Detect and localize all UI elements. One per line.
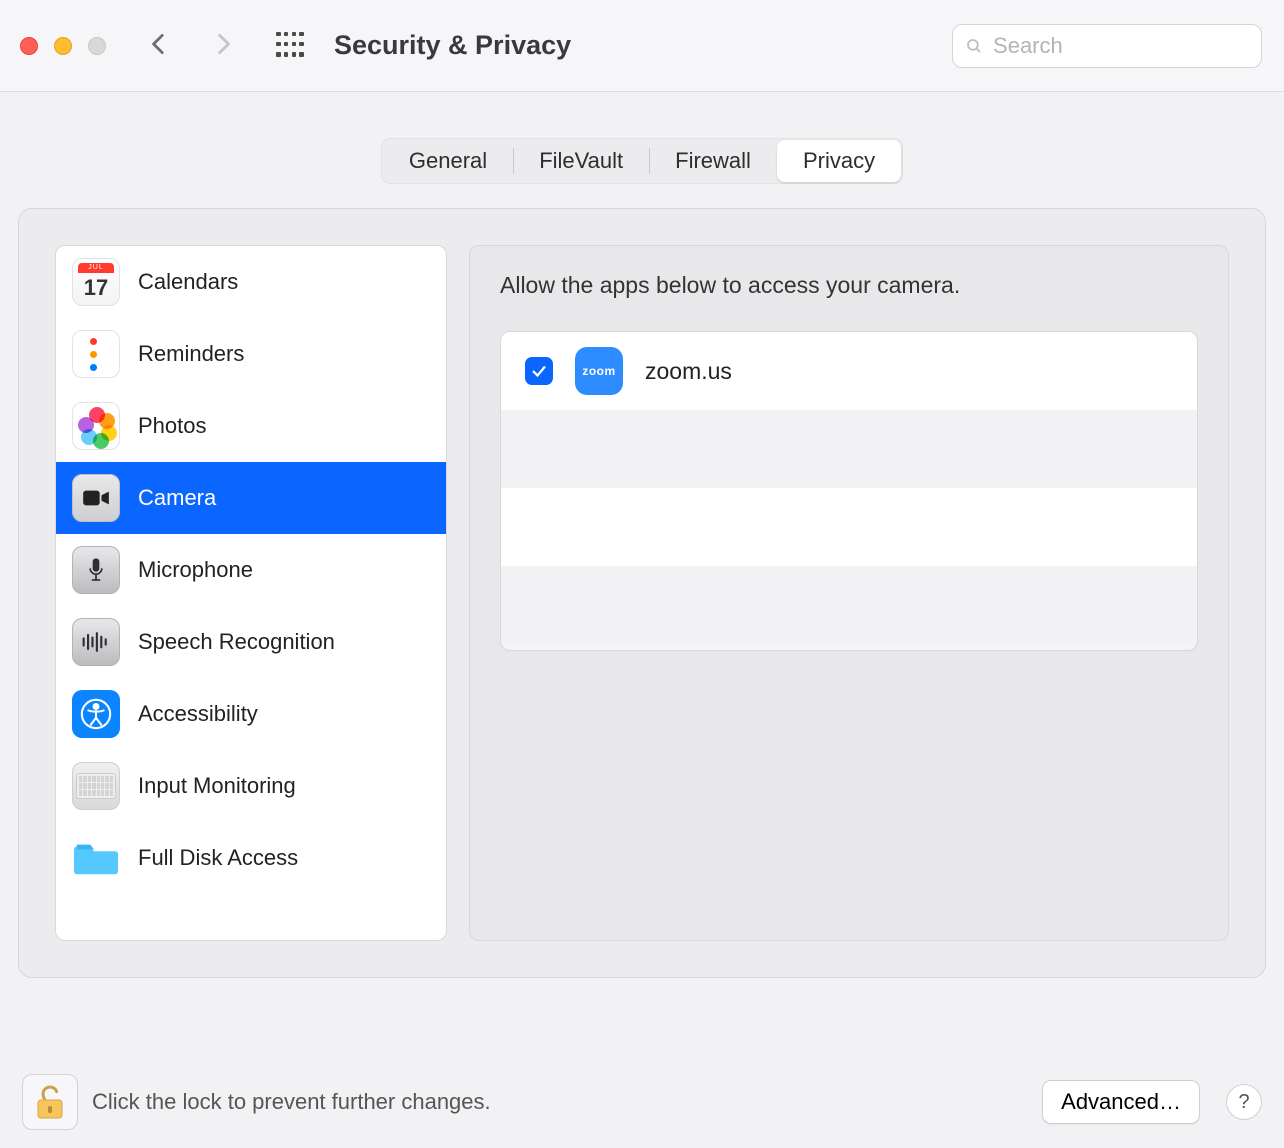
sidebar-item-input-monitoring[interactable]: Input Monitoring	[56, 750, 446, 822]
tab-general[interactable]: General	[383, 140, 513, 182]
window-controls	[20, 37, 106, 55]
main-panel: JUL 17 Calendars Reminders Photos	[18, 208, 1266, 978]
search-field[interactable]	[952, 24, 1262, 68]
sidebar-item-photos[interactable]: Photos	[56, 390, 446, 462]
titlebar: Security & Privacy	[0, 0, 1284, 92]
sidebar-item-reminders[interactable]: Reminders	[56, 318, 446, 390]
lock-label: Click the lock to prevent further change…	[92, 1089, 491, 1115]
sidebar-item-label: Microphone	[138, 557, 253, 583]
app-permission-list[interactable]: zoom zoom.us	[500, 331, 1198, 651]
back-button[interactable]	[146, 31, 172, 61]
help-button[interactable]: ?	[1226, 1084, 1262, 1120]
reminders-icon	[72, 330, 120, 378]
camera-icon	[72, 474, 120, 522]
accessibility-icon	[72, 690, 120, 738]
zoom-window-button[interactable]	[88, 37, 106, 55]
window-title: Security & Privacy	[334, 30, 571, 61]
sidebar-item-label: Reminders	[138, 341, 244, 367]
advanced-button[interactable]: Advanced…	[1042, 1080, 1200, 1124]
keyboard-icon	[72, 762, 120, 810]
close-window-button[interactable]	[20, 37, 38, 55]
sidebar-item-microphone[interactable]: Microphone	[56, 534, 446, 606]
app-row-empty	[501, 410, 1197, 488]
search-icon	[965, 36, 983, 56]
sidebar-item-label: Photos	[138, 413, 207, 439]
speech-icon	[72, 618, 120, 666]
show-all-prefs-button[interactable]	[276, 32, 304, 60]
zoom-app-icon: zoom	[575, 347, 623, 395]
sidebar-item-label: Full Disk Access	[138, 845, 298, 871]
folder-icon	[72, 834, 120, 882]
check-icon	[530, 362, 548, 380]
app-row-zoom[interactable]: zoom zoom.us	[501, 332, 1197, 410]
sidebar-item-calendars[interactable]: JUL 17 Calendars	[56, 246, 446, 318]
microphone-icon	[72, 546, 120, 594]
app-row-empty	[501, 488, 1197, 566]
sidebar-item-label: Calendars	[138, 269, 238, 295]
sidebar-item-label: Accessibility	[138, 701, 258, 727]
search-input[interactable]	[993, 33, 1249, 59]
tab-privacy[interactable]: Privacy	[777, 140, 901, 182]
footer: Click the lock to prevent further change…	[0, 1074, 1284, 1130]
tab-firewall[interactable]: Firewall	[649, 140, 777, 182]
grid-icon	[276, 32, 304, 60]
tab-bar: General FileVault Firewall Privacy	[0, 138, 1284, 184]
sidebar-item-label: Input Monitoring	[138, 773, 296, 799]
calendar-icon: JUL 17	[72, 258, 120, 306]
app-name-label: zoom.us	[645, 358, 732, 385]
app-row-empty	[501, 566, 1197, 644]
tab-filevault[interactable]: FileVault	[513, 140, 649, 182]
photos-icon	[72, 402, 120, 450]
detail-heading: Allow the apps below to access your came…	[500, 272, 1198, 299]
nav-arrows	[146, 31, 236, 61]
sidebar-item-speech-recognition[interactable]: Speech Recognition	[56, 606, 446, 678]
sidebar-item-label: Speech Recognition	[138, 629, 335, 655]
sidebar-item-label: Camera	[138, 485, 216, 511]
lock-button[interactable]	[22, 1074, 78, 1130]
privacy-category-list[interactable]: JUL 17 Calendars Reminders Photos	[55, 245, 447, 941]
unlocked-lock-icon	[32, 1082, 68, 1122]
forward-button[interactable]	[210, 31, 236, 61]
sidebar-item-accessibility[interactable]: Accessibility	[56, 678, 446, 750]
sidebar-item-full-disk-access[interactable]: Full Disk Access	[56, 822, 446, 894]
checkbox-zoom[interactable]	[525, 357, 553, 385]
detail-panel: Allow the apps below to access your came…	[469, 245, 1229, 941]
minimize-window-button[interactable]	[54, 37, 72, 55]
sidebar-item-camera[interactable]: Camera	[56, 462, 446, 534]
